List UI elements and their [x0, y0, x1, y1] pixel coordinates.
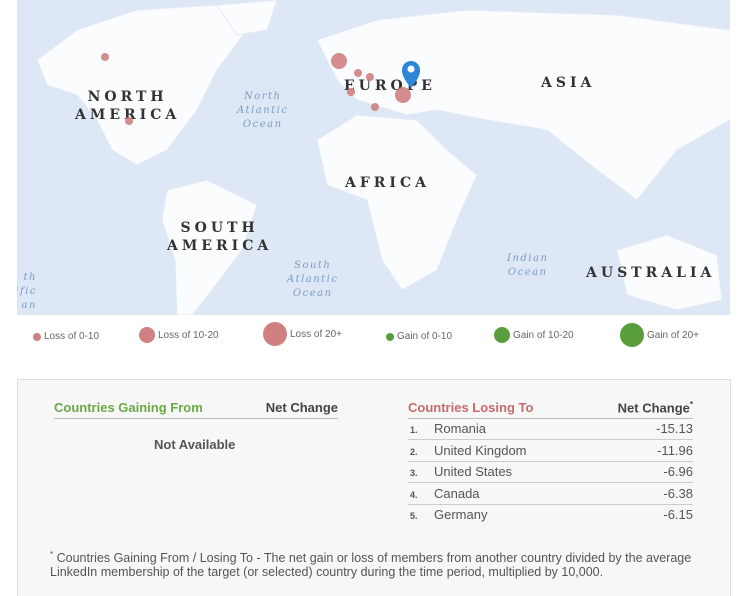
country: United States [434, 464, 513, 479]
legend-item: Gain of 20+ [620, 323, 699, 347]
net-change-text: Net Change [617, 400, 690, 416]
loss-dot-icon [139, 327, 155, 343]
loss-dot-icon [263, 322, 287, 346]
table-row: 4. Canada -6.38 [408, 483, 693, 505]
rank: 1. [410, 425, 418, 435]
value: -6.38 [663, 486, 693, 501]
footnote: * Countries Gaining From / Losing To - T… [50, 548, 710, 579]
gain-dot-icon [620, 323, 644, 347]
rank: 4. [410, 490, 418, 500]
loss-dot-icon [33, 332, 41, 341]
gain-dot-icon [386, 332, 394, 341]
legend-label: Loss of 0-10 [44, 331, 100, 342]
losing-header: Countries Losing To Net Change* [408, 400, 693, 419]
bubble-country[interactable] [371, 103, 379, 111]
bubble-united-states[interactable] [125, 117, 133, 125]
value: -6.96 [663, 464, 693, 479]
legend-item: Loss of 0-10 [33, 331, 99, 342]
gaining-header: Countries Gaining From Net Change [54, 400, 338, 419]
gaining-net-change-label: Net Change [265, 400, 338, 415]
table-row: 5. Germany -6.15 [408, 504, 693, 525]
migration-panel: Countries Gaining From Net Change Not Av… [17, 379, 731, 596]
country: Germany [434, 507, 488, 522]
world-map[interactable]: NORTH AMERICA EUROPE ASIA AFRICA SOUTH A… [17, 0, 730, 315]
bubble-germany[interactable] [354, 69, 362, 77]
bubble-country[interactable] [366, 73, 374, 81]
gain-dot-icon [494, 327, 510, 343]
legend-item: Loss of 10-20 [139, 327, 219, 343]
legend-item: Gain of 0-10 [386, 331, 452, 342]
legend-label: Loss of 10-20 [158, 329, 219, 341]
table-row: 1. Romania -15.13 [408, 418, 693, 440]
losing-net-change-label: Net Change* [618, 400, 693, 415]
legend-label: Gain of 20+ [647, 329, 699, 341]
footnote-text: Countries Gaining From / Losing To - The… [50, 551, 692, 580]
table-row: 2. United Kingdom -11.96 [408, 440, 693, 462]
bubble-romania[interactable] [395, 87, 411, 103]
country: Romania [434, 421, 487, 436]
legend-item: Gain of 10-20 [494, 327, 574, 343]
bubble-country[interactable] [347, 88, 355, 96]
legend-label: Loss of 20+ [290, 328, 342, 340]
gaining-empty: Not Available [154, 437, 236, 452]
value: -6.15 [663, 507, 693, 522]
gaining-title: Countries Gaining From [54, 400, 203, 415]
map-marker-icon[interactable] [402, 61, 420, 88]
losing-title: Countries Losing To [408, 400, 534, 415]
map-legend: Loss of 0-10 Loss of 10-20 Loss of 20+ G… [0, 322, 750, 350]
rank: 3. [410, 468, 418, 478]
bubbles-layer [101, 53, 420, 125]
bubble-united-kingdom[interactable] [331, 53, 347, 69]
table-row: 3. United States -6.96 [408, 461, 693, 483]
legend-label: Gain of 0-10 [397, 331, 453, 342]
bubble-canada[interactable] [101, 53, 109, 61]
country: Canada [434, 486, 480, 501]
rank: 2. [410, 447, 418, 457]
legend-item: Loss of 20+ [263, 322, 342, 346]
legend-label: Gain of 10-20 [513, 329, 574, 341]
rank: 5. [410, 511, 418, 521]
asterisk: * [689, 400, 693, 409]
value: -15.13 [656, 421, 693, 436]
value: -11.96 [657, 443, 693, 458]
country: United Kingdom [434, 443, 527, 458]
